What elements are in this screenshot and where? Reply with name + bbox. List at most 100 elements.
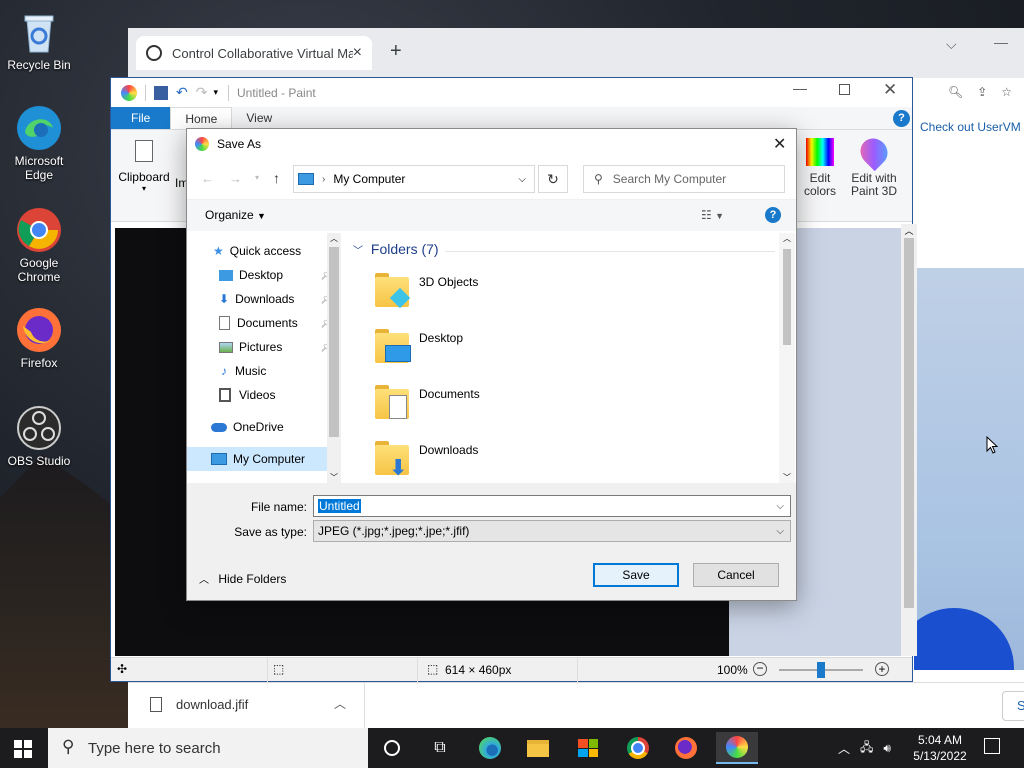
folder-item-downloads[interactable]: ⬇ Downloads <box>373 437 753 483</box>
scroll-thumb[interactable] <box>783 249 791 345</box>
download-chevron-icon[interactable]: ︿ <box>334 695 346 712</box>
taskbar: ⚲ Type here to search ⧉ ︿ 🖧︎ 🔊︎ 5:04 AM … <box>0 728 1024 768</box>
view-options-icon[interactable]: ☷ ▼ <box>701 208 724 222</box>
desktop-icon-firefox[interactable]: Firefox <box>4 306 74 370</box>
desktop-icon-obs[interactable]: OBS Studio <box>4 404 74 468</box>
file-name-dropdown-icon[interactable]: ⌵ <box>776 501 784 512</box>
tab-home[interactable]: Home <box>170 107 233 129</box>
save-icon[interactable] <box>154 85 168 100</box>
page-snippet-text[interactable]: Check out UserVM fo <box>920 120 1024 134</box>
content-scrollbar[interactable]: ︿ ﹀ <box>779 233 795 483</box>
image-size-icon: ⬚ <box>427 662 439 676</box>
taskbar-firefox-icon[interactable] <box>668 732 704 764</box>
taskbar-store-icon[interactable] <box>570 732 606 764</box>
download-filename[interactable]: download.jfif <box>176 697 248 712</box>
new-tab-button[interactable]: + <box>390 40 402 63</box>
start-button[interactable] <box>14 740 32 758</box>
scroll-up-icon[interactable]: ︿ <box>779 233 795 244</box>
edit-colors-button[interactable]: Edit colors <box>797 136 843 216</box>
paint-maximize-icon[interactable] <box>839 84 850 95</box>
nav-item-pictures[interactable]: Pictures 📌︎ <box>187 335 339 359</box>
nav-scrollbar[interactable]: ︿ ﹀ <box>327 233 341 483</box>
tab-view[interactable]: View <box>232 107 286 129</box>
forward-icon[interactable]: → <box>229 171 242 186</box>
download-side-button[interactable]: S <box>1002 691 1024 721</box>
taskbar-paint-icon[interactable] <box>716 732 758 764</box>
address-dropdown-icon[interactable]: ⌵ <box>518 174 526 185</box>
redo-icon[interactable]: ↷ <box>196 84 208 101</box>
taskbar-edge-icon[interactable] <box>472 732 508 764</box>
nav-onedrive[interactable]: OneDrive <box>187 415 339 439</box>
download-arrow-icon: ⬇ <box>219 292 230 306</box>
scroll-thumb[interactable] <box>329 247 339 437</box>
qat-dropdown-icon[interactable]: ▾ <box>213 87 218 98</box>
browser-tab[interactable]: Control Collaborative Virtual Ma × <box>136 36 372 70</box>
taskbar-chrome-icon[interactable] <box>620 732 656 764</box>
paint-help-icon[interactable]: ? <box>893 110 910 127</box>
up-icon[interactable]: ↑ <box>273 170 280 186</box>
favorite-icon[interactable]: ☆ <box>1001 85 1012 99</box>
nav-item-documents[interactable]: Documents 📌︎ <box>187 311 339 335</box>
task-view-cortana-icon[interactable] <box>374 732 410 764</box>
search-input[interactable]: ⚲ Search My Computer <box>583 165 785 193</box>
folders-group-header[interactable]: ﹀ Folders (7) <box>353 241 439 257</box>
scroll-down-icon[interactable]: ﹀ <box>779 472 795 483</box>
back-icon[interactable]: ← <box>201 171 214 186</box>
scroll-down-icon[interactable]: ﹀ <box>327 472 341 483</box>
canvas-vertical-scrollbar[interactable]: ︿ <box>901 224 917 656</box>
save-button[interactable]: Save <box>593 563 679 587</box>
paint-close-icon[interactable]: ✕ <box>883 80 897 100</box>
folder-item-documents[interactable]: Documents <box>373 381 753 431</box>
zoom-icon[interactable]: 🔍︎ <box>948 85 963 99</box>
cancel-button[interactable]: Cancel <box>693 563 779 587</box>
desktop-icon-label: OBS Studio <box>7 454 71 468</box>
file-name-input[interactable]: Untitled ⌵ <box>313 495 791 517</box>
share-icon[interactable]: ⇪ <box>977 85 987 99</box>
dialog-close-icon[interactable]: ✕ <box>773 134 786 154</box>
task-view-icon[interactable]: ⧉ <box>422 732 458 764</box>
paint-minimize-icon[interactable]: — <box>793 80 807 96</box>
zoom-out-icon[interactable]: − <box>753 662 767 676</box>
zoom-in-icon[interactable]: + <box>875 662 889 676</box>
network-icon[interactable]: 🖧︎ <box>860 738 873 759</box>
address-separator-icon: › <box>322 173 326 185</box>
folder-item-desktop[interactable]: Desktop <box>373 325 753 375</box>
save-type-dropdown-icon[interactable]: ⌵ <box>776 526 784 537</box>
nav-item-videos[interactable]: Videos <box>187 383 339 407</box>
document-icon <box>219 316 230 330</box>
desktop-icon-recycle-bin[interactable]: Recycle Bin <box>4 8 74 72</box>
refresh-button[interactable]: ↻ <box>538 165 568 193</box>
save-type-select[interactable]: JPEG (*.jpg;*.jpeg;*.jpe;*.jfif) ⌵ <box>313 520 791 542</box>
volume-icon[interactable]: 🔊︎ <box>883 741 891 756</box>
taskbar-search-input[interactable]: ⚲ Type here to search <box>48 728 368 768</box>
tab-search-chevron-icon[interactable]: ⌵ <box>946 36 957 53</box>
nav-item-music[interactable]: ♪ Music <box>187 359 339 383</box>
taskbar-file-explorer-icon[interactable] <box>520 732 556 764</box>
undo-icon[interactable]: ↶ <box>176 84 188 101</box>
edit-paint3d-button[interactable]: Edit with Paint 3D <box>847 132 901 216</box>
scroll-up-icon[interactable]: ︿ <box>327 233 341 244</box>
organize-button[interactable]: Organize ▼ <box>205 208 266 222</box>
folder-item-3d-objects[interactable]: 3D Objects <box>373 269 753 319</box>
nav-item-downloads[interactable]: ⬇ Downloads 📌︎ <box>187 287 339 311</box>
tab-file[interactable]: File <box>111 107 171 129</box>
nav-item-desktop[interactable]: Desktop 📌︎ <box>187 263 339 287</box>
address-bar[interactable]: › My Computer ⌵ <box>293 165 535 193</box>
scroll-thumb[interactable] <box>904 238 914 608</box>
windows-icon <box>14 740 32 758</box>
recent-locations-icon[interactable]: ▾ <box>255 173 259 182</box>
nav-my-computer[interactable]: My Computer <box>187 447 339 471</box>
hide-folders-button[interactable]: ︿ Hide Folders <box>199 571 286 586</box>
tab-close-icon[interactable]: × <box>353 44 362 62</box>
nav-quick-access[interactable]: ★ Quick access <box>187 239 339 263</box>
clipboard-group[interactable]: Clipboard ▾ <box>115 136 173 216</box>
tray-chevron-up-icon[interactable]: ︿ <box>838 740 850 757</box>
desktop-icon-edge[interactable]: Microsoft Edge <box>4 104 74 182</box>
dialog-help-icon[interactable]: ? <box>765 207 781 223</box>
clock[interactable]: 5:04 AM 5/13/2022 <box>910 732 970 764</box>
zoom-slider-thumb[interactable] <box>817 662 825 678</box>
scroll-up-icon[interactable]: ︿ <box>901 224 917 237</box>
action-center-icon[interactable] <box>984 738 1000 754</box>
browser-minimize-icon[interactable]: — <box>994 34 1008 50</box>
desktop-icon-chrome[interactable]: Google Chrome <box>4 206 74 284</box>
